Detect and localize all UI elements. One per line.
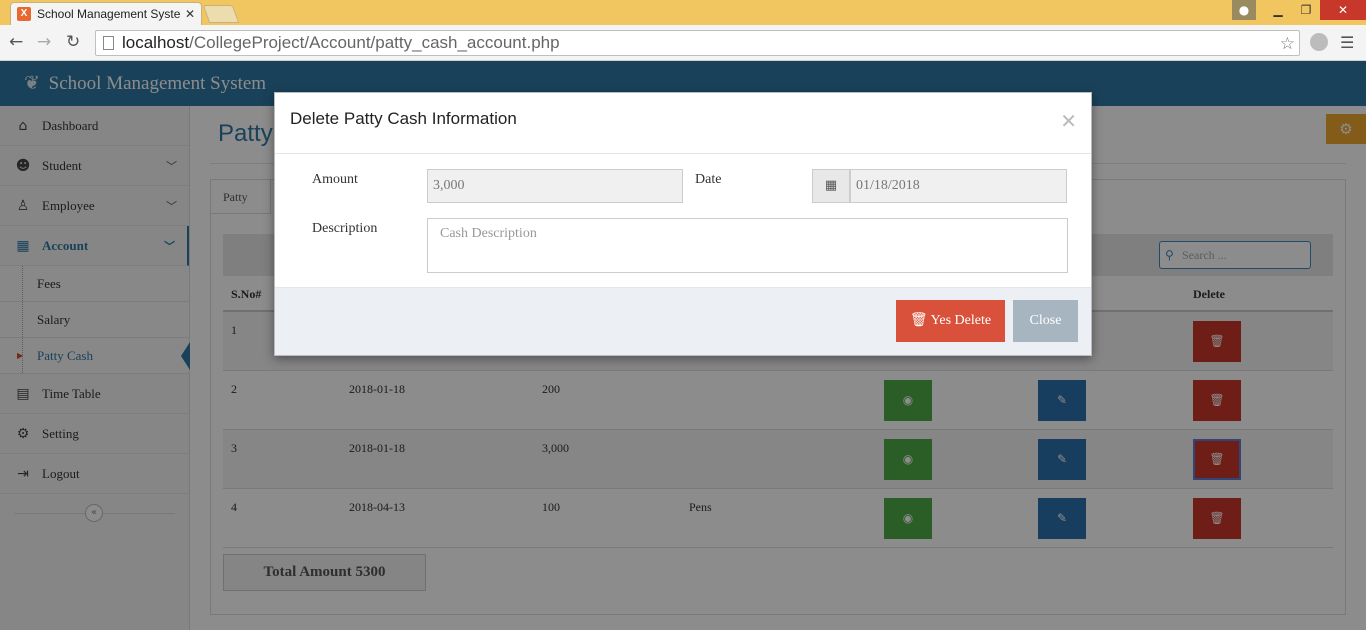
xampp-favicon-icon: X — [17, 7, 31, 21]
date-field[interactable]: 01/18/2018 — [850, 169, 1067, 203]
browser-toolbar: ← → ↻ localhost/CollegeProject/Account/p… — [0, 25, 1366, 61]
window-controls: ● ▁ ❐ ✕ — [1232, 0, 1366, 20]
tab-close-icon[interactable]: ✕ — [185, 7, 195, 21]
calendar-icon[interactable]: ▦ — [812, 169, 850, 203]
profile-icon[interactable]: ● — [1232, 0, 1256, 20]
close-button[interactable]: Close — [1013, 300, 1078, 342]
amount-label: Amount — [312, 172, 358, 187]
browser-menu-icon[interactable]: ☰ — [1340, 33, 1354, 52]
forward-arrow-icon[interactable]: → — [37, 32, 51, 52]
yes-delete-label: Yes Delete — [930, 313, 992, 328]
browser-titlebar: X School Management Syste ✕ ● ▁ ❐ ✕ — [0, 0, 1366, 25]
window-close-button[interactable]: ✕ — [1320, 0, 1366, 20]
delete-modal: Delete Patty Cash Information ✕ Amount 3… — [274, 92, 1092, 356]
modal-header: Delete Patty Cash Information ✕ — [275, 93, 1091, 154]
trash-icon: 🗑 — [909, 313, 928, 328]
description-label: Description — [312, 221, 378, 236]
url-path: /CollegeProject/Account/patty_cash_accou… — [189, 33, 560, 52]
yes-delete-button[interactable]: 🗑 Yes Delete — [896, 300, 1005, 342]
modal-footer: 🗑 Yes Delete Close — [275, 287, 1091, 355]
description-field[interactable]: Cash Description — [427, 218, 1068, 273]
back-arrow-icon[interactable]: ← — [9, 32, 23, 52]
tab-title: School Management Syste — [37, 7, 181, 21]
restore-button[interactable]: ❐ — [1292, 0, 1320, 20]
minimize-button[interactable]: ▁ — [1264, 0, 1292, 20]
url-host: localhost — [122, 33, 190, 52]
modal-title: Delete Patty Cash Information — [290, 109, 517, 128]
address-bar[interactable]: localhost/CollegeProject/Account/patty_c… — [95, 30, 1300, 56]
date-label: Date — [695, 172, 722, 187]
close-icon[interactable]: ✕ — [1060, 109, 1077, 133]
amount-field[interactable]: 3,000 — [427, 169, 683, 203]
bookmark-star-icon[interactable]: ☆ — [1280, 32, 1295, 56]
browser-tab[interactable]: X School Management Syste ✕ — [10, 2, 202, 25]
page-icon — [103, 36, 114, 50]
extension-icon[interactable] — [1310, 33, 1328, 51]
new-tab-button[interactable] — [202, 5, 240, 23]
reload-icon[interactable]: ↻ — [66, 32, 80, 52]
modal-body: Amount 3,000 Date ▦ 01/18/2018 Descripti… — [275, 154, 1091, 288]
